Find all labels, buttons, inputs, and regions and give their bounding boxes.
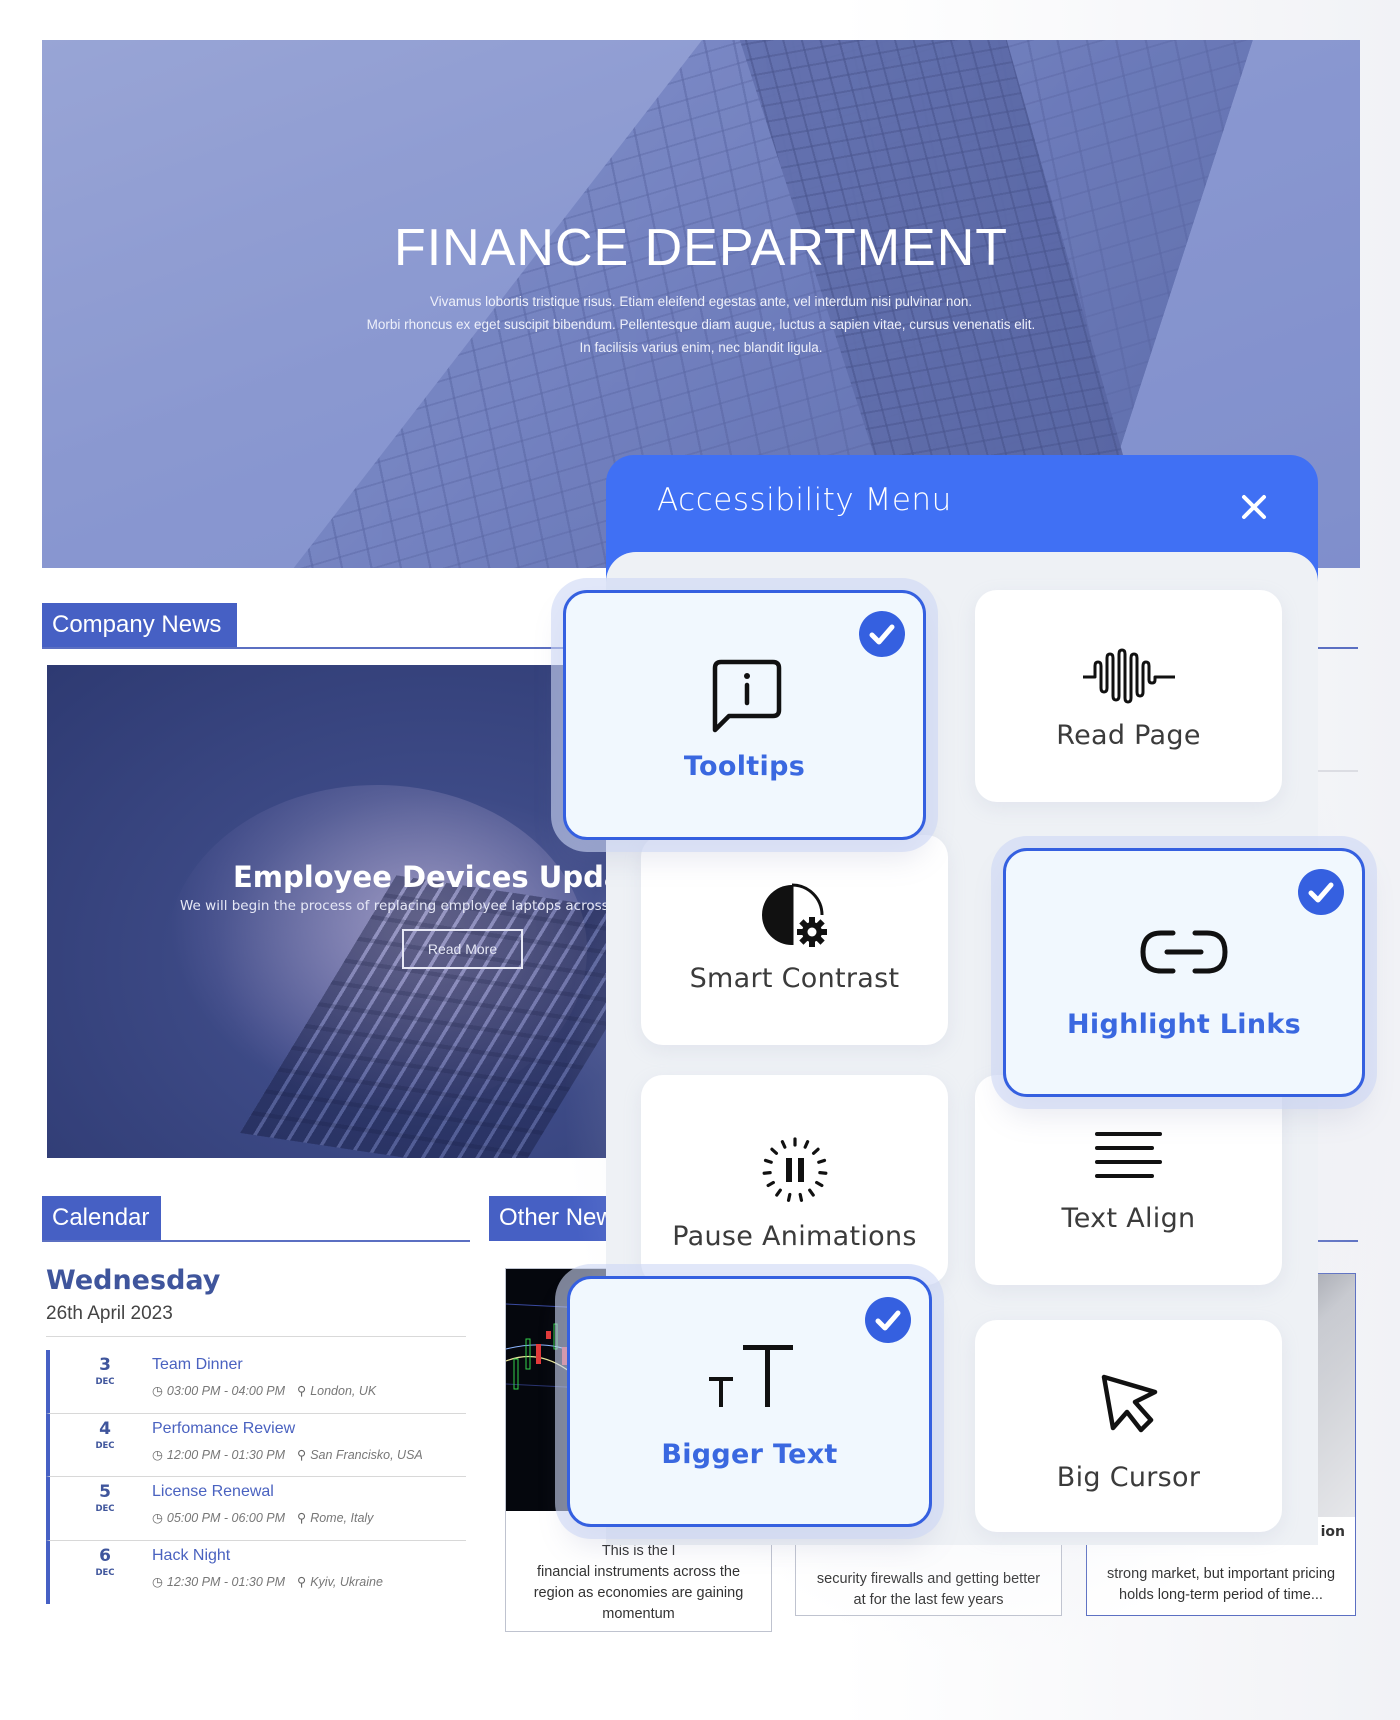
option-smart-contrast[interactable]: Smart Contrast: [641, 835, 948, 1045]
event-day: 6: [99, 1545, 111, 1566]
event-meta: ◷ 03:00 PM - 04:00 PM ⚲ London, UK: [152, 1383, 376, 1398]
calendar-event-list: 3 DEC Team Dinner ◷ 03:00 PM - 04:00 PM ⚲ L…: [46, 1350, 466, 1604]
check-icon: [875, 1310, 901, 1331]
event-title[interactable]: License Renewal: [152, 1483, 274, 1501]
calendar-divider: [42, 1240, 470, 1242]
event-meta: ◷ 05:00 PM - 06:00 PM ⚲ Rome, Italy: [152, 1510, 373, 1525]
clock-icon: ◷: [152, 1574, 163, 1589]
check-icon: [869, 624, 895, 645]
event-meta: ◷ 12:30 PM - 01:30 PM ⚲ Kyiv, Ukraine: [152, 1574, 383, 1589]
hero-title: FINANCE DEPARTMENT: [393, 219, 1009, 277]
option-label: Text Align: [1061, 1203, 1196, 1234]
close-icon: [1242, 495, 1266, 519]
calendar-weekday: Wednesday: [46, 1265, 221, 1296]
calendar-event[interactable]: 3 DEC Team Dinner ◷ 03:00 PM - 04:00 PM ⚲ L…: [46, 1350, 466, 1414]
event-title[interactable]: Team Dinner: [152, 1356, 243, 1374]
hero-line: Morbi rhoncus ex eget suscipit bibendum.…: [366, 317, 1036, 332]
event-month: DEC: [95, 1377, 115, 1387]
company-news-tab[interactable]: Company News: [42, 603, 237, 648]
accessibility-menu-title: Accessibility Menu: [657, 482, 952, 518]
event-month: DEC: [95, 1504, 115, 1514]
featured-news-subtitle: We will begin the process of replacing e…: [180, 898, 607, 914]
cursor-arrow-icon: [1101, 1374, 1157, 1433]
location-pin-icon: ⚲: [297, 1511, 307, 1525]
event-month: DEC: [95, 1440, 115, 1451]
pause-spinner-icon: [762, 1137, 827, 1202]
checkmark-badge: [865, 1297, 911, 1343]
event-location: San Francisko, USA: [310, 1447, 423, 1462]
option-highlight-links[interactable]: Highlight Links: [1003, 848, 1365, 1097]
sound-wave-icon: [1082, 648, 1175, 704]
event-day: 5: [99, 1482, 111, 1502]
event-title[interactable]: Perfomance Review: [152, 1420, 295, 1438]
option-big-cursor[interactable]: Big Cursor: [975, 1320, 1282, 1532]
event-time: 12:30 PM - 01:30 PM: [166, 1574, 286, 1589]
contrast-gear-icon: [761, 883, 827, 947]
hero-description: Vivamus lobortis tristique risus. Etiam …: [42, 290, 1360, 359]
checkmark-badge: [1298, 869, 1344, 915]
event-day: 4: [99, 1418, 111, 1439]
read-more-button[interactable]: Read More: [402, 929, 523, 969]
option-text-align[interactable]: Text Align: [975, 1075, 1282, 1285]
hero-line: Vivamus lobortis tristique risus. Etiam …: [429, 294, 973, 309]
option-tooltips[interactable]: Tooltips: [563, 590, 926, 840]
option-label: Tooltips: [683, 751, 806, 782]
event-meta: ◷ 12:00 PM - 01:30 PM ⚲ San Francisko, USA: [152, 1447, 423, 1462]
calendar-tab[interactable]: Calendar: [42, 1196, 161, 1241]
event-location: Rome, Italy: [310, 1511, 374, 1525]
link-icon: [1140, 930, 1228, 974]
event-time: 05:00 PM - 06:00 PM: [166, 1511, 286, 1525]
hero-line: In facilisis varius enim, nec blandit li…: [579, 340, 823, 355]
clock-icon: ◷: [152, 1384, 163, 1398]
calendar-event[interactable]: 6 DEC Hack Night ◷ 12:30 PM - 01:30 PM ⚲ Ky…: [46, 1540, 466, 1604]
checkmark-badge: [859, 611, 905, 657]
option-label: Read Page: [1056, 720, 1201, 751]
event-day: 3: [99, 1355, 111, 1375]
event-time: 12:00 PM - 01:30 PM: [166, 1447, 286, 1462]
calendar-rule: [46, 1336, 466, 1337]
close-button[interactable]: [1235, 488, 1273, 526]
option-pause-animations[interactable]: Pause Animations: [641, 1075, 948, 1285]
event-location: London, UK: [310, 1384, 377, 1398]
option-label: Bigger Text: [661, 1439, 838, 1470]
event-location: Kyiv, Ukraine: [310, 1574, 383, 1589]
option-label: Pause Animations: [672, 1221, 917, 1252]
calendar-event[interactable]: 5 DEC License Renewal ◷ 05:00 PM - 06:00 …: [46, 1477, 466, 1541]
location-pin-icon: ⚲: [297, 1384, 307, 1398]
tooltip-info-icon: [712, 659, 781, 733]
clock-icon: ◷: [152, 1511, 163, 1525]
calendar-event[interactable]: 4 DEC Perfomance Review ◷ 12:00 PM - 01:3…: [46, 1413, 466, 1477]
option-label: Big Cursor: [1056, 1462, 1201, 1493]
location-pin-icon: ⚲: [297, 1447, 307, 1462]
event-title[interactable]: Hack Night: [152, 1547, 230, 1565]
event-time: 03:00 PM - 04:00 PM: [166, 1384, 286, 1398]
option-read-page[interactable]: Read Page: [975, 590, 1282, 802]
clock-icon: ◷: [152, 1447, 163, 1462]
calendar-date: 26th April 2023: [46, 1303, 173, 1324]
check-icon: [1308, 882, 1334, 903]
option-bigger-text[interactable]: Bigger Text: [567, 1276, 932, 1527]
event-month: DEC: [95, 1567, 115, 1578]
text-size-icon: [708, 1345, 793, 1407]
option-label: Highlight Links: [1067, 1009, 1301, 1040]
location-pin-icon: ⚲: [297, 1574, 307, 1589]
align-lines-icon: [1094, 1132, 1162, 1178]
option-label: Smart Contrast: [689, 963, 900, 994]
